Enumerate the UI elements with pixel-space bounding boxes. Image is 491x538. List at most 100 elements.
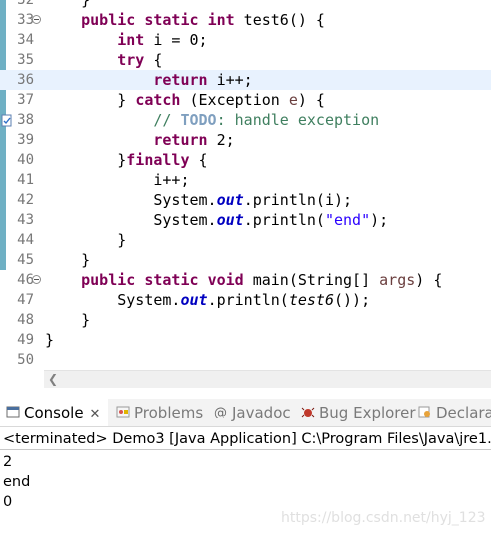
code-token: } (45, 251, 91, 269)
tab-declara[interactable]: Declara (412, 399, 491, 426)
code-line[interactable]: 46 public static void main(String[] args… (0, 270, 491, 290)
line-number: 41 (17, 172, 34, 188)
code-line[interactable]: 48 } (0, 310, 491, 330)
code-text: public static int test6() { (45, 10, 325, 30)
tab-javadoc[interactable]: @ Javadoc (208, 399, 294, 426)
code-text: // TODO: handle exception (45, 110, 379, 130)
console-output[interactable]: 2 end 0 (3, 452, 30, 512)
line-number: 32 (17, 0, 34, 8)
code-line[interactable]: 34 int i = 0; (0, 30, 491, 50)
code-text: System.out.println(i); (45, 190, 352, 210)
code-token: return (153, 131, 208, 149)
console-output-line: 2 (3, 454, 13, 470)
line-number: 50 (17, 352, 34, 368)
code-token: { (144, 51, 163, 69)
code-line[interactable]: 33 public static int test6() { (0, 10, 491, 30)
ruler-footer (0, 370, 44, 388)
code-token: e (288, 91, 298, 109)
code-token: } (45, 151, 127, 169)
code-token: i++; (45, 171, 190, 189)
line-number: 39 (17, 132, 34, 148)
code-line[interactable]: 44 } (0, 230, 491, 250)
code-line[interactable]: 45 } (0, 250, 491, 270)
tab-bug-explorer[interactable]: Bug Explorer (295, 399, 416, 426)
code-editor[interactable]: 32 } 33 public static int test6() {34 int… (0, 0, 491, 370)
tab-label: Console (24, 404, 84, 422)
fold-toggle-icon[interactable] (32, 275, 41, 284)
console-output-line: 0 (3, 494, 13, 510)
horizontal-scrollbar[interactable]: ❮ (44, 370, 491, 388)
code-line[interactable]: 38 // TODO: handle exception (0, 110, 491, 130)
code-line[interactable]: 49} (0, 330, 491, 350)
tab-label: Problems (134, 404, 204, 422)
code-text: }finally { (45, 150, 208, 170)
code-token: test6 (288, 291, 334, 309)
console-tab-bar: Console ✕ Problems @ Javadoc Bug Explorer Decl… (0, 399, 491, 427)
code-token: static (144, 11, 199, 29)
code-token: catch (135, 91, 181, 109)
code-token: .println( (207, 291, 289, 309)
fold-toggle-icon[interactable] (32, 15, 41, 24)
code-token: .println(i); (243, 191, 353, 209)
code-line[interactable]: 43 System.out.println("end"); (0, 210, 491, 230)
code-text: try { (45, 50, 162, 70)
code-line[interactable]: 39 return 2; (0, 130, 491, 150)
declaration-icon (418, 406, 430, 417)
code-token: "end" (324, 211, 371, 229)
code-text: } (45, 310, 90, 330)
tab-console[interactable]: Console ✕ (0, 399, 108, 426)
code-text: } (45, 230, 126, 250)
code-lines: 32 } 33 public static int test6() {34 int… (0, 0, 491, 370)
code-token: return (153, 71, 208, 89)
line-number: 40 (17, 152, 34, 168)
line-number: 48 (17, 312, 34, 328)
code-token: out (216, 191, 244, 209)
code-token: ) { (415, 271, 443, 289)
code-line[interactable]: 36 return i++; (0, 70, 491, 90)
code-token: int (207, 11, 235, 29)
code-token: { (189, 151, 208, 169)
code-text: int i = 0; (45, 30, 207, 50)
code-token: System. (45, 291, 181, 309)
tab-problems[interactable]: Problems (110, 399, 206, 426)
code-line[interactable]: 47 System.out.println(test6()); (0, 290, 491, 310)
bug-icon (301, 407, 315, 417)
code-token: } (45, 311, 91, 329)
code-token: args (379, 271, 416, 289)
code-token: // (153, 111, 181, 129)
code-line[interactable]: 37 } catch (Exception e) { (0, 90, 491, 110)
code-text: return i++; (45, 70, 252, 90)
tab-label: Declara (436, 404, 491, 422)
close-icon[interactable]: ✕ (90, 401, 101, 426)
code-token: try (117, 51, 145, 69)
code-line[interactable]: 32 } (0, 0, 491, 10)
line-number: 46 (17, 272, 34, 288)
line-number: 36 (17, 72, 34, 88)
line-number: 33 (17, 12, 34, 28)
code-line[interactable]: 40 }finally { (0, 150, 491, 170)
code-line[interactable]: 35 try { (0, 50, 491, 70)
code-token: void (207, 271, 244, 289)
console-process-label: <terminated> Demo3 [Java Application] C:… (0, 428, 491, 450)
line-number: 45 (17, 252, 34, 268)
code-token: int (117, 31, 145, 49)
chevron-left-icon[interactable]: ❮ (48, 372, 58, 386)
line-number: 47 (17, 292, 34, 308)
code-line[interactable]: 41 i++; (0, 170, 491, 190)
code-line[interactable]: 50 (0, 350, 491, 370)
code-text: return 2; (45, 130, 234, 150)
at-sign-icon: @ (214, 406, 227, 418)
code-token: } (45, 231, 127, 249)
line-number: 42 (17, 192, 34, 208)
line-number: 35 (17, 52, 34, 68)
code-token: System. (45, 211, 217, 229)
code-line[interactable]: 42 System.out.println(i); (0, 190, 491, 210)
task-marker-icon[interactable] (1, 113, 13, 127)
